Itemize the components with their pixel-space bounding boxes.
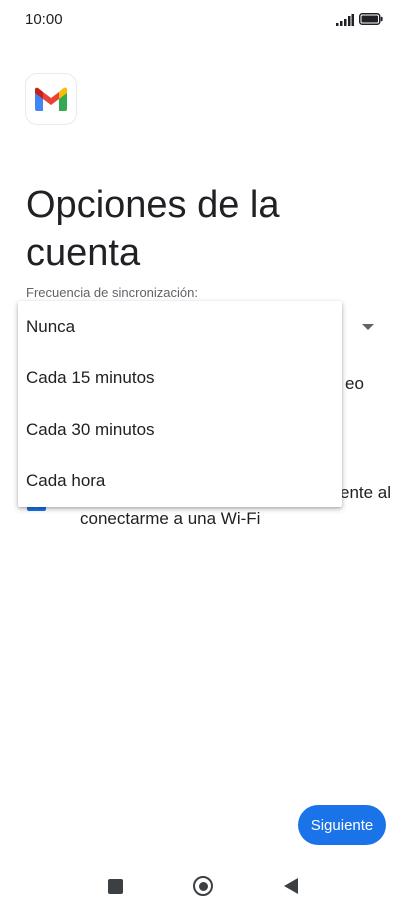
next-button[interactable]: Siguiente — [298, 805, 386, 845]
status-time: 10:00 — [25, 11, 63, 28]
dropdown-option-hourly[interactable]: Cada hora — [18, 456, 342, 508]
battery-icon — [359, 13, 383, 25]
gmail-logo-icon — [35, 87, 67, 111]
gmail-logo — [25, 73, 77, 125]
signal-icon — [336, 14, 354, 26]
wifi-option-text: conectarme a una Wi-Fi — [80, 509, 261, 528]
sync-frequency-label: Frecuencia de sincronización: — [26, 285, 198, 300]
dropdown-option-15-min[interactable]: Cada 15 minutos — [18, 353, 342, 405]
square-recents-icon[interactable] — [108, 879, 123, 894]
wifi-text-fragment: ente al — [340, 483, 392, 502]
circle-home-icon[interactable] — [193, 876, 213, 896]
home-dot — [198, 881, 208, 891]
status-bar: 10:00 — [0, 0, 411, 40]
dropdown-option-never[interactable]: Nunca — [18, 301, 342, 353]
chevron-down-icon[interactable] — [362, 324, 374, 330]
sync-frequency-dropdown: Nunca Cada 15 minutos Cada 30 minutos Ca… — [18, 301, 342, 507]
page-title: Opciones de la cuenta — [26, 184, 280, 275]
dropdown-option-30-min[interactable]: Cada 30 minutos — [18, 404, 342, 456]
option-text-fragment: eo — [345, 374, 364, 393]
triangle-back-icon[interactable] — [284, 878, 298, 894]
